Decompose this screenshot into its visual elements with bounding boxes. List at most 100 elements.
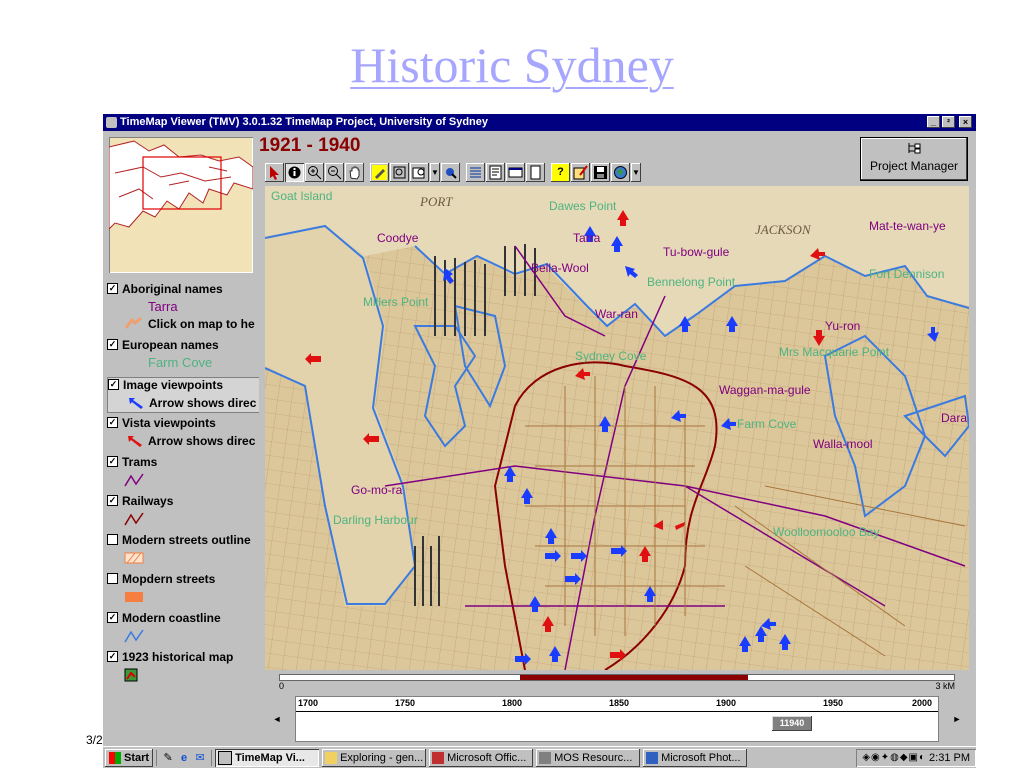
timeline-left-button[interactable]: ◄ (265, 696, 289, 742)
legend-image-viewpoints[interactable]: ✓ Image viewpoints (108, 378, 259, 395)
timeline-tick: 1700 (298, 698, 319, 708)
globe-icon[interactable] (611, 162, 630, 182)
scale-highlight (520, 675, 748, 680)
zoom-in-icon[interactable] (305, 162, 324, 182)
slide-title: Historic Sydney (350, 37, 674, 93)
task-mos-resources[interactable]: MOS Resourc... (536, 749, 640, 767)
zoom-out-icon[interactable] (325, 162, 344, 182)
image-viewpoints-checkbox[interactable]: ✓ (108, 379, 119, 391)
list-icon[interactable] (466, 162, 485, 182)
legend-vista-viewpoints[interactable]: ✓ Vista viewpoints (107, 416, 259, 433)
map-label-fort-dennison[interactable]: Fort Dennison (869, 267, 944, 281)
map-label-yu-ron[interactable]: Yu-ron (825, 319, 860, 333)
globe-dropdown-icon[interactable]: ▼ (631, 162, 641, 182)
legend-european-names[interactable]: ✓ European names (107, 338, 259, 355)
pan-hand-icon[interactable] (345, 162, 364, 182)
page-icon[interactable] (526, 162, 545, 182)
map-label-goat-island[interactable]: Goat Island (271, 189, 332, 203)
map-label-bella-wool[interactable]: Bella-Wool (531, 261, 589, 275)
map-label-sydney-cove[interactable]: Sydney Cove (575, 349, 647, 363)
ie-icon[interactable]: e (177, 751, 191, 765)
trams-checkbox[interactable]: ✓ (107, 456, 118, 468)
map-label-mat-te-wan-ye[interactable]: Mat-te-wan-ye (869, 219, 946, 233)
railways-checkbox[interactable]: ✓ (107, 495, 118, 507)
timeline-thumb[interactable]: 11940 (772, 716, 812, 731)
locate-icon[interactable] (441, 162, 460, 182)
map-label-darling-harbour[interactable]: Darling Harbour (333, 513, 418, 527)
outlook-icon[interactable]: ✉ (193, 751, 207, 765)
minimize-button[interactable]: _ (927, 116, 940, 128)
desktop-icon[interactable]: ✎ (161, 751, 175, 765)
map-label-dawes-point[interactable]: Dawes Point (549, 199, 617, 213)
period-label: 1921 - 1940 (259, 135, 361, 156)
task-timemap[interactable]: TimeMap Vi... (215, 748, 320, 767)
network-icon (539, 751, 552, 764)
map-swatch-icon (123, 667, 145, 683)
zoom-dropdown-icon[interactable]: ▼ (430, 162, 440, 182)
aboriginal-names-checkbox[interactable]: ✓ (107, 283, 118, 295)
map-label-farm-cove[interactable]: Farm Cove (737, 417, 797, 431)
map-label-war-ran[interactable]: War-ran (595, 307, 638, 321)
properties-icon[interactable] (486, 162, 505, 182)
historical-map-view[interactable]: Goat Island Dawes Point Bennelong Point … (265, 186, 969, 670)
map-label-tu-bow-gule[interactable]: Tu-bow-gule (663, 245, 730, 259)
info-icon[interactable] (285, 162, 304, 182)
legend-sample-farm-cove: Farm Cove (148, 355, 213, 370)
map-label-bennelong-point[interactable]: Bennelong Point (647, 275, 736, 289)
window-titlebar[interactable]: TimeMap Viewer (TMV) 3.0.1.32 TimeMap Pr… (103, 114, 976, 131)
help-icon[interactable]: ? (551, 162, 570, 182)
map-label-woolloomooloo-bay[interactable]: Woolloomooloo Bay (773, 525, 880, 539)
close-button[interactable]: × (959, 116, 972, 128)
start-button[interactable]: Start (105, 749, 153, 767)
legend-mopdern-streets[interactable]: Mopdern streets (107, 572, 259, 589)
pencil-icon[interactable] (370, 162, 389, 182)
european-names-checkbox[interactable]: ✓ (107, 339, 118, 351)
legend-modern-streets-outline[interactable]: Modern streets outline (107, 533, 259, 550)
map-label-waggan-ma-gule[interactable]: Waggan-ma-gule (719, 383, 811, 397)
map-label-tarra[interactable]: Tarra (573, 231, 601, 245)
modern-streets-checkbox[interactable] (107, 573, 118, 585)
select-arrow-icon[interactable] (265, 162, 284, 182)
timeline-track[interactable]: 1700 1750 1800 1850 1900 1950 2000 11940 (295, 696, 939, 742)
map-label-dara[interactable]: Dara (941, 411, 967, 425)
photo-editor-icon (646, 751, 659, 764)
tram-line-icon (123, 472, 145, 488)
modern-coastline-checkbox[interactable]: ✓ (107, 612, 118, 624)
task-office[interactable]: Microsoft Offic... (429, 749, 533, 767)
vista-viewpoints-checkbox[interactable]: ✓ (107, 417, 118, 429)
legend-sample-tarra: Tarra (148, 299, 178, 314)
legend-modern-coastline[interactable]: ✓ Modern coastline (107, 611, 259, 628)
map-label-millers-point[interactable]: Millers Point (363, 295, 429, 309)
legend-railways[interactable]: ✓ Railways (107, 494, 259, 511)
map-print-port: PORT (419, 194, 453, 209)
map-label-coodye[interactable]: Coodye (377, 231, 419, 245)
zoom-box-icon[interactable] (390, 162, 409, 182)
timeline-right-button[interactable]: ► (945, 696, 969, 742)
modern-streets-outline-checkbox[interactable] (107, 534, 118, 546)
map-print-jackson: JACKSON (755, 222, 812, 237)
task-photo[interactable]: Microsoft Phot... (643, 749, 747, 767)
window-icon[interactable] (506, 162, 525, 182)
project-tree-icon (861, 141, 967, 159)
map-label-go-mo-ra[interactable]: Go-mo-ra (351, 483, 403, 497)
tray-icons[interactable]: ◈◉✦◍◆▣◐ (862, 752, 926, 763)
historical-map-checkbox[interactable]: ✓ (107, 651, 118, 663)
timeline-tick: 1800 (502, 698, 523, 708)
scale-end-label: 3 kM (935, 681, 955, 691)
start-label: Start (124, 751, 150, 764)
orange-fill-icon (123, 589, 145, 605)
red-arrow-icon (123, 433, 145, 449)
overview-map[interactable] (109, 137, 253, 273)
project-manager-button[interactable]: Project Manager (861, 138, 967, 180)
map-label-mrs-macquarie-point[interactable]: Mrs Macquarie Point (779, 345, 890, 359)
clock: 2:31 PM (929, 751, 970, 764)
map-label-walla-mool[interactable]: Walla-mool (813, 437, 873, 451)
maximize-button[interactable]: ² (942, 116, 955, 128)
task-exploring[interactable]: Exploring - gen... (322, 749, 426, 767)
edit-note-icon[interactable] (571, 162, 590, 182)
legend-trams[interactable]: ✓ Trams (107, 455, 259, 472)
legend-aboriginal-names[interactable]: ✓ Aboriginal names (107, 282, 259, 299)
save-icon[interactable] (591, 162, 610, 182)
legend-historical-map[interactable]: ✓ 1923 historical map (107, 650, 259, 667)
zoom-layer-icon[interactable] (410, 162, 429, 182)
